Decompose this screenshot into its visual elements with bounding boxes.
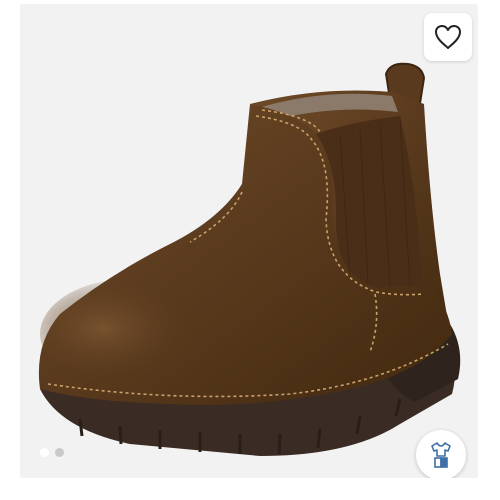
- product-image-card[interactable]: [20, 4, 478, 478]
- outfit-button[interactable]: [416, 430, 466, 478]
- product-image: [38, 62, 461, 456]
- wishlist-button[interactable]: [424, 13, 472, 61]
- outfit-icon: [431, 442, 451, 468]
- carousel-indicator: [40, 448, 64, 457]
- carousel-dot-1[interactable]: [40, 448, 49, 457]
- heart-icon: [435, 25, 461, 49]
- carousel-dot-2[interactable]: [55, 448, 64, 457]
